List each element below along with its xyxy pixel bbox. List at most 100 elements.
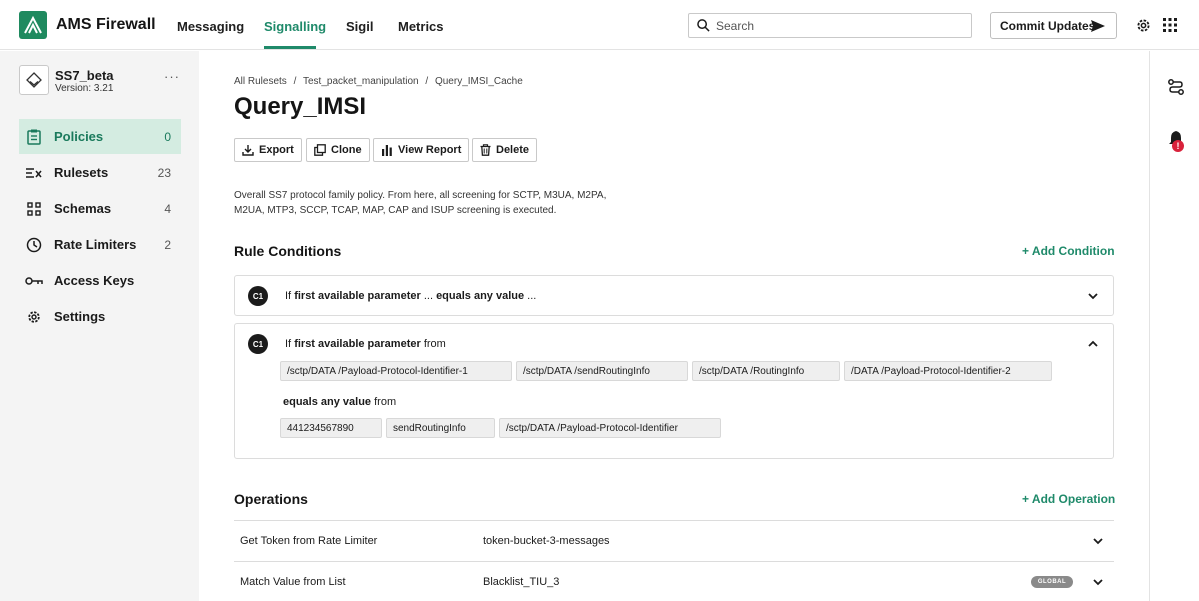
download-icon	[242, 144, 254, 156]
condition-if: If	[285, 338, 292, 350]
chevron-down-icon[interactable]	[1092, 534, 1104, 552]
trash-icon	[480, 144, 491, 156]
add-operation-link[interactable]: + Add Operation	[1022, 492, 1115, 506]
logo-icon[interactable]	[19, 11, 47, 39]
rule-conditions-heading: Rule Conditions	[234, 243, 342, 259]
add-condition-link[interactable]: + Add Condition	[1022, 244, 1115, 258]
notification-badge: !	[1172, 140, 1184, 152]
chevron-down-icon[interactable]	[1092, 575, 1104, 593]
condition-summary: If first available parameter ... equals …	[285, 290, 536, 302]
sidebar-item-policies[interactable]: Policies 0	[19, 119, 181, 154]
operator-line: equals any value from	[283, 396, 396, 408]
project-more-menu[interactable]: ···	[164, 69, 180, 84]
condition-badge: C1	[248, 334, 268, 354]
app-switcher-grid-icon[interactable]	[1163, 18, 1177, 37]
param-chip[interactable]: /sctp/DATA /RoutingInfo	[692, 361, 840, 381]
condition-card-expanded: C1 If first available parameter from /sc…	[234, 323, 1114, 459]
param-chip[interactable]: /DATA /Payload-Protocol-Identifier-2	[844, 361, 1052, 381]
breadcrumb: All Rulesets / Test_packet_manipulation …	[234, 76, 523, 87]
sidebar-item-count: 0	[164, 129, 171, 144]
policy-description: Overall SS7 protocol family policy. From…	[234, 190, 607, 216]
condition-if: If	[285, 290, 292, 302]
delete-button[interactable]: Delete	[472, 138, 538, 162]
send-icon	[1091, 20, 1105, 32]
ruleset-icon	[25, 164, 43, 182]
condition-param: first available parameter	[294, 338, 421, 350]
sidebar-item-count: 4	[164, 201, 171, 216]
breadcrumb-current: Query_IMSI_Cache	[434, 76, 523, 87]
condition-badge: C1	[248, 286, 268, 306]
operations-heading: Operations	[234, 491, 308, 507]
condition-ellipsis: ...	[527, 290, 537, 302]
export-label: Export	[259, 144, 294, 156]
global-badge: GLOBAL	[1031, 576, 1073, 588]
condition-operator: equals any value	[283, 396, 372, 408]
sidebar-item-label: Schemas	[54, 201, 112, 216]
operation-name: Match Value from List	[240, 576, 346, 588]
sidebar-item-count: 2	[164, 237, 171, 252]
sidebar: SS7_beta Version: 3.21 ··· Policies 0 Ru…	[0, 51, 199, 601]
sidebar-item-settings[interactable]: Settings	[19, 299, 181, 334]
sidebar-item-label: Access Keys	[54, 273, 135, 288]
view-report-label: View Report	[398, 144, 462, 156]
right-rail: !	[1149, 51, 1199, 601]
breadcrumb-separator: /	[425, 76, 429, 87]
sidebar-item-label: Rate Limiters	[54, 237, 137, 252]
schema-grid-icon	[25, 200, 43, 218]
condition-operator: equals any value	[436, 290, 525, 302]
operation-name: Get Token from Rate Limiter	[240, 535, 378, 547]
tab-sigil[interactable]: Sigil	[346, 19, 373, 34]
breadcrumb-all-rulesets[interactable]: All Rulesets	[234, 76, 287, 87]
top-bar: AMS Firewall Messaging Signalling Sigil …	[0, 0, 1199, 50]
export-button[interactable]: Export	[234, 138, 302, 162]
value-chip[interactable]: 441234567890	[280, 418, 382, 438]
condition-ellipsis: ...	[423, 290, 433, 302]
clock-icon	[25, 236, 43, 254]
gear-icon	[25, 308, 43, 326]
condition-from: from	[423, 338, 446, 350]
param-chip[interactable]: /sctp/DATA /sendRoutingInfo	[516, 361, 688, 381]
commit-updates-button[interactable]: Commit Updates	[990, 12, 1117, 39]
settings-gear-icon[interactable]	[1135, 17, 1152, 39]
clone-label: Clone	[331, 144, 362, 156]
sidebar-item-rate-limiters[interactable]: Rate Limiters 2	[19, 227, 181, 262]
sidebar-item-schemas[interactable]: Schemas 4	[19, 191, 181, 226]
search-input[interactable]	[716, 18, 956, 33]
condition-card-collapsed[interactable]: C1 If first available parameter ... equa…	[234, 275, 1114, 316]
breadcrumb-ruleset[interactable]: Test_packet_manipulation	[303, 76, 419, 87]
copy-icon	[314, 144, 326, 156]
operation-row[interactable]: Get Token from Rate Limiter token-bucket…	[234, 520, 1114, 561]
tab-metrics[interactable]: Metrics	[398, 19, 444, 34]
commit-updates-label: Commit Updates	[1000, 18, 1096, 33]
active-tab-indicator	[264, 46, 316, 49]
sidebar-item-count: 23	[157, 165, 171, 180]
chevron-down-icon[interactable]	[1087, 289, 1099, 307]
search-icon	[697, 19, 710, 32]
breadcrumb-separator: /	[293, 76, 297, 87]
sidebar-item-label: Policies	[54, 129, 104, 144]
page-title: Query_IMSI	[234, 93, 367, 120]
bar-chart-icon	[381, 144, 393, 156]
condition-header: If first available parameter from	[285, 338, 446, 350]
sidebar-item-access-keys[interactable]: Access Keys	[19, 263, 181, 298]
sidebar-item-rulesets[interactable]: Rulesets 23	[19, 155, 181, 190]
app-title: AMS Firewall	[56, 16, 156, 33]
tab-signalling[interactable]: Signalling	[264, 19, 326, 34]
chevron-up-icon[interactable]	[1087, 337, 1099, 355]
operation-row[interactable]: Match Value from List Blacklist_TIU_3 GL…	[234, 561, 1114, 601]
view-report-button[interactable]: View Report	[373, 138, 470, 162]
value-chip[interactable]: /sctp/DATA /Payload-Protocol-Identifier	[499, 418, 721, 438]
search-box[interactable]	[688, 13, 972, 38]
value-chip[interactable]: sendRoutingInfo	[386, 418, 495, 438]
condition-param: first available parameter	[294, 290, 421, 302]
clipboard-icon	[25, 128, 43, 146]
operation-value: token-bucket-3-messages	[483, 535, 610, 547]
tab-messaging[interactable]: Messaging	[177, 19, 244, 34]
operation-value: Blacklist_TIU_3	[483, 576, 560, 588]
sidebar-item-label: Settings	[54, 309, 106, 324]
param-chip[interactable]: /sctp/DATA /Payload-Protocol-Identifier-…	[280, 361, 512, 381]
operator-from: from	[374, 396, 397, 408]
route-icon[interactable]	[1164, 75, 1188, 99]
sidebar-item-label: Rulesets	[54, 165, 109, 180]
clone-button[interactable]: Clone	[306, 138, 370, 162]
